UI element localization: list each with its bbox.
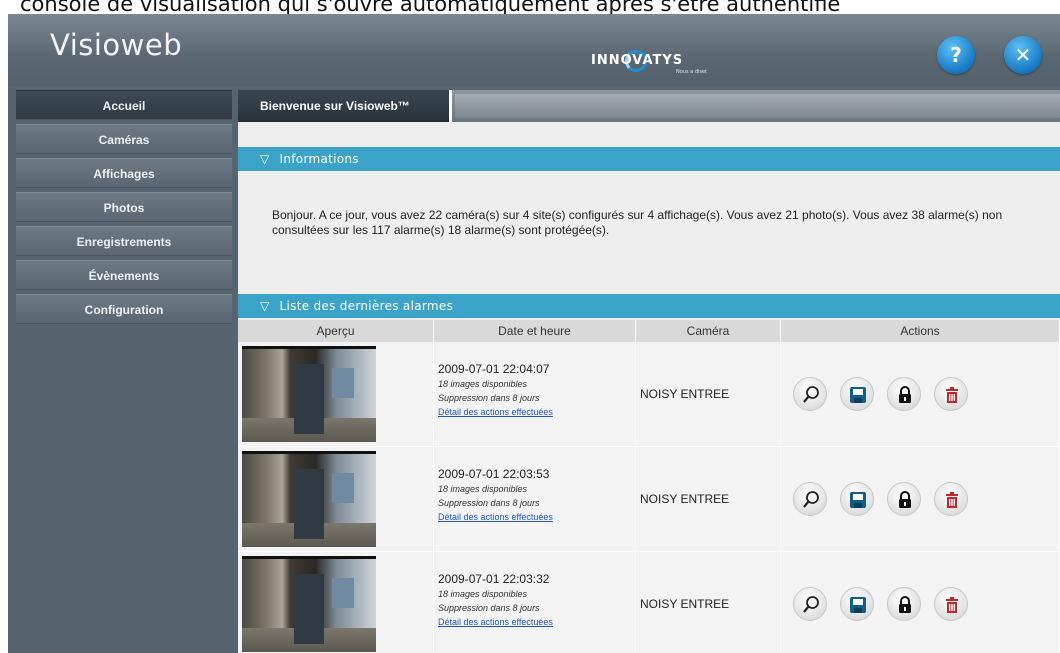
help-button[interactable]: ? <box>937 36 975 74</box>
alarms-section-title: Liste des dernières alarmes <box>279 299 454 313</box>
padlock-icon <box>899 386 911 403</box>
save-button[interactable] <box>840 482 874 516</box>
deletion-notice: Suppression dans 8 jours <box>438 393 540 403</box>
floppy-disk-icon <box>850 597 866 613</box>
close-button[interactable]: ✕ <box>1004 36 1042 74</box>
sidebar-nav: Accueil Caméras Affichages Photos Enregi… <box>16 90 232 653</box>
tab-bar: Bienvenue sur Visioweb™ <box>238 90 1060 122</box>
table-header: Aperçu Date et heure Caméra Actions <box>238 320 1060 342</box>
delete-button[interactable] <box>934 377 968 411</box>
floppy-disk-icon <box>850 387 866 403</box>
app-title: Visioweb <box>50 28 183 62</box>
datetime-cell: 2009-07-01 22:03:32 18 images disponible… <box>434 552 636 653</box>
protect-button[interactable] <box>887 482 921 516</box>
sidebar-item-accueil[interactable]: Accueil <box>16 90 232 120</box>
alarm-thumbnail[interactable] <box>242 451 376 547</box>
save-button[interactable] <box>840 587 874 621</box>
alarm-datetime: 2009-07-01 22:03:32 <box>438 572 550 586</box>
save-button[interactable] <box>840 377 874 411</box>
delete-button[interactable] <box>934 587 968 621</box>
visioweb-console: Visioweb INNOVATYS Nous a diset ? ✕ Accu… <box>8 14 1060 653</box>
camera-cell: NOISY ENTREE <box>636 552 781 653</box>
images-available: 18 images disponibles <box>438 484 528 494</box>
informations-section-title: Informations <box>279 152 359 166</box>
datetime-cell: 2009-07-01 22:03:53 18 images disponible… <box>434 447 636 551</box>
view-button[interactable] <box>793 482 827 516</box>
alarm-thumbnail[interactable] <box>242 346 376 442</box>
actions-detail-link[interactable]: Détail des actions effectuées <box>438 615 635 629</box>
protect-button[interactable] <box>887 587 921 621</box>
actions-cell <box>781 447 1060 551</box>
camera-cell: NOISY ENTREE <box>636 342 781 446</box>
deletion-notice: Suppression dans 8 jours <box>438 498 540 508</box>
magnifier-icon <box>803 491 819 508</box>
preview-cell <box>238 447 434 551</box>
trash-icon <box>946 387 958 403</box>
table-row: 2009-07-01 22:03:53 18 images disponible… <box>238 447 1060 552</box>
innovatys-logo: INNOVATYS Nous a diset <box>581 48 733 78</box>
actions-detail-link[interactable]: Détail des actions effectuées <box>438 510 635 524</box>
table-row: 2009-07-01 22:03:32 18 images disponible… <box>238 552 1060 653</box>
top-bar: Visioweb INNOVATYS Nous a diset ? ✕ <box>8 14 1060 86</box>
images-available: 18 images disponibles <box>438 589 528 599</box>
protect-button[interactable] <box>887 377 921 411</box>
table-row: 2009-07-01 22:04:07 18 images disponible… <box>238 342 1060 447</box>
preview-cell <box>238 342 434 446</box>
deletion-notice: Suppression dans 8 jours <box>438 603 540 613</box>
collapse-triangle-icon: ▽ <box>260 152 270 166</box>
view-button[interactable] <box>793 587 827 621</box>
sidebar-item-affichages[interactable]: Affichages <box>16 158 232 188</box>
alarm-thumbnail[interactable] <box>242 556 376 652</box>
column-header-camera: Caméra <box>636 320 781 342</box>
images-available: 18 images disponibles <box>438 379 528 389</box>
actions-cell <box>781 342 1060 446</box>
view-button[interactable] <box>793 377 827 411</box>
camera-cell: NOISY ENTREE <box>636 447 781 551</box>
column-header-datetime: Date et heure <box>434 320 636 342</box>
preview-cell <box>238 552 434 653</box>
floppy-disk-icon <box>850 492 866 508</box>
alarm-datetime: 2009-07-01 22:03:53 <box>438 467 550 481</box>
actions-cell <box>781 552 1060 653</box>
logo-wordmark: INNOVATYS <box>591 53 684 68</box>
informations-text: Bonjour. A ce jour, vous avez 22 caméra(… <box>272 208 1003 237</box>
sidebar-item-evenements[interactable]: Évènements <box>16 260 232 290</box>
magnifier-icon <box>803 596 819 613</box>
trash-icon <box>946 597 958 613</box>
sidebar-item-enregistrements[interactable]: Enregistrements <box>16 226 232 256</box>
alarms-table: Aperçu Date et heure Caméra Actions 2009… <box>238 320 1060 653</box>
tab-welcome[interactable]: Bienvenue sur Visioweb™ <box>238 90 452 122</box>
logo-tagline: Nous a diset <box>676 69 708 75</box>
alarm-datetime: 2009-07-01 22:04:07 <box>438 362 550 376</box>
informations-section-header[interactable]: ▽ Informations <box>238 147 1060 171</box>
trash-icon <box>946 492 958 508</box>
sidebar-item-configuration[interactable]: Configuration <box>16 294 232 324</box>
column-header-preview: Aperçu <box>238 320 434 342</box>
column-header-actions: Actions <box>781 320 1060 342</box>
alarms-section-header[interactable]: ▽ Liste des dernières alarmes <box>238 294 1060 318</box>
main-panel: Bienvenue sur Visioweb™ ▽ Informations Bo… <box>238 90 1060 653</box>
sidebar-item-cameras[interactable]: Caméras <box>16 124 232 154</box>
tab-bar-filler <box>455 94 1060 118</box>
padlock-icon <box>899 596 911 613</box>
padlock-icon <box>899 491 911 508</box>
datetime-cell: 2009-07-01 22:04:07 18 images disponible… <box>434 342 636 446</box>
delete-button[interactable] <box>934 482 968 516</box>
actions-detail-link[interactable]: Détail des actions effectuées <box>438 405 635 419</box>
magnifier-icon <box>803 386 819 403</box>
collapse-triangle-icon: ▽ <box>260 299 270 313</box>
sidebar-item-photos[interactable]: Photos <box>16 192 232 222</box>
